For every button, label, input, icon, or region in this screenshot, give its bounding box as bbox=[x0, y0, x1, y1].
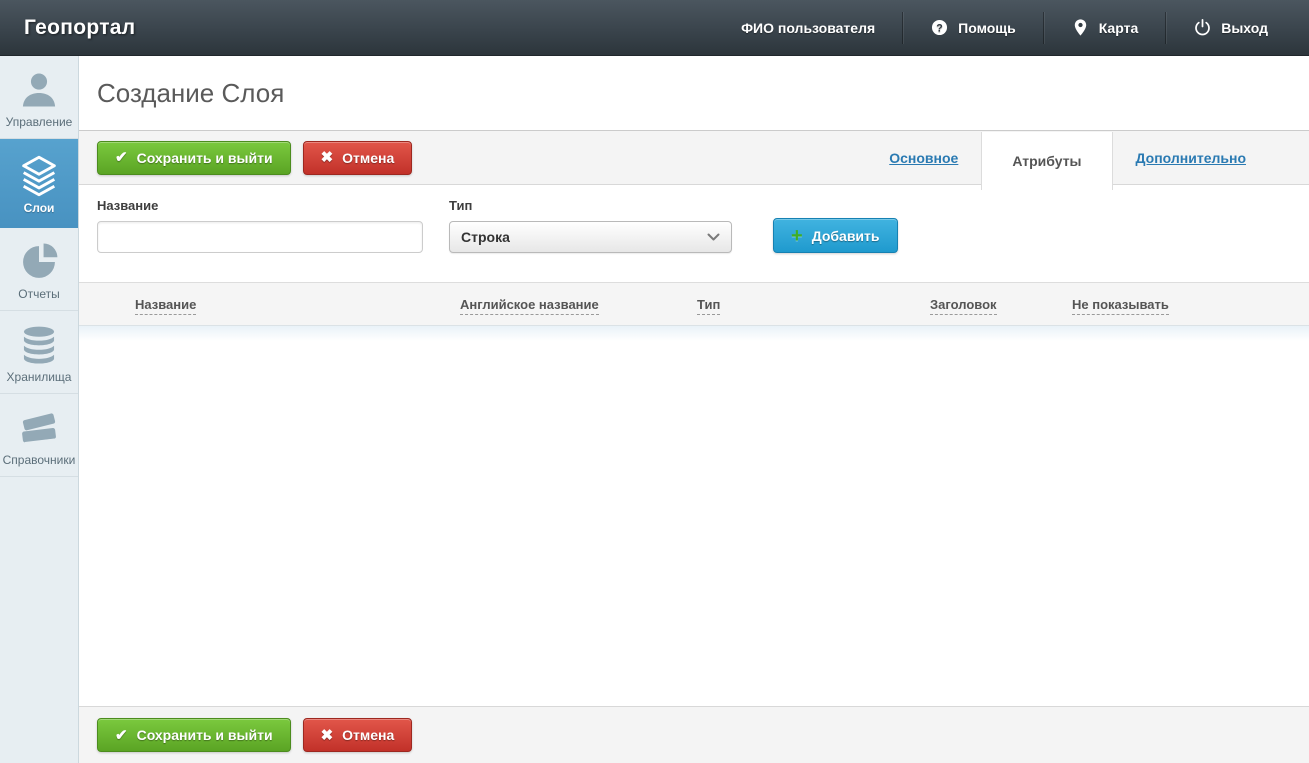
attributes-table: Название Английское название Тип Заголов… bbox=[79, 282, 1309, 341]
cancel-label: Отмена bbox=[342, 150, 394, 166]
logout-button[interactable]: Выход bbox=[1166, 18, 1295, 37]
tab-additional[interactable]: Дополнительно bbox=[1113, 150, 1269, 166]
user-name-label: ФИО пользователя bbox=[741, 20, 875, 36]
add-label: Добавить bbox=[812, 228, 880, 244]
cancel-button[interactable]: ✖ Отмена bbox=[303, 141, 413, 175]
save-exit-button-bottom[interactable]: ✔ Сохранить и выйти bbox=[97, 718, 291, 752]
sidebar-item-management[interactable]: Управление bbox=[0, 56, 78, 139]
sidebar: Управление Слои Отчеты bbox=[0, 56, 79, 763]
help-button[interactable]: ? Помощь bbox=[903, 18, 1043, 37]
type-select[interactable]: Строка bbox=[449, 221, 732, 253]
user-menu[interactable]: ФИО пользователя bbox=[714, 20, 902, 36]
sidebar-item-label: Слои bbox=[2, 201, 76, 215]
sidebar-item-label: Хранилища bbox=[2, 370, 76, 384]
save-exit-label: Сохранить и выйти bbox=[137, 150, 273, 166]
sidebar-item-label: Справочники bbox=[2, 453, 76, 467]
books-icon bbox=[2, 405, 76, 451]
logout-label: Выход bbox=[1221, 20, 1268, 36]
user-icon bbox=[2, 67, 76, 113]
sidebar-item-layers[interactable]: Слои bbox=[0, 139, 78, 228]
column-header-hide[interactable]: Не показывать bbox=[1072, 297, 1309, 312]
name-field-label: Название bbox=[97, 198, 423, 213]
main-content: Создание Слоя ✔ Сохранить и выйти ✖ Отме… bbox=[79, 56, 1309, 763]
save-exit-label: Сохранить и выйти bbox=[137, 727, 273, 743]
toolbar: ✔ Сохранить и выйти ✖ Отмена Основное Ат… bbox=[79, 130, 1309, 185]
attribute-form: Название Тип Строка + Добавить bbox=[79, 185, 1309, 253]
cancel-label: Отмена bbox=[342, 727, 394, 743]
sidebar-item-directories[interactable]: Справочники bbox=[0, 394, 78, 477]
sidebar-item-label: Управление bbox=[2, 115, 76, 129]
type-select-value: Строка bbox=[461, 229, 707, 245]
type-field-label: Тип bbox=[449, 198, 732, 213]
page-title-bar: Создание Слоя bbox=[79, 56, 1309, 130]
name-input[interactable] bbox=[97, 221, 423, 253]
sidebar-item-label: Отчеты bbox=[2, 287, 76, 301]
sidebar-item-reports[interactable]: Отчеты bbox=[0, 228, 78, 311]
power-icon bbox=[1193, 18, 1212, 37]
column-header-english-name[interactable]: Английское название bbox=[460, 297, 697, 312]
svg-text:?: ? bbox=[936, 22, 943, 34]
database-icon bbox=[2, 322, 76, 368]
map-pin-icon bbox=[1071, 18, 1090, 37]
pie-chart-icon bbox=[2, 239, 76, 285]
attributes-table-header: Название Английское название Тип Заголов… bbox=[79, 282, 1309, 326]
chevron-down-icon bbox=[707, 233, 720, 242]
header-nav: ФИО пользователя ? Помощь Карта bbox=[714, 0, 1309, 55]
x-icon: ✖ bbox=[321, 728, 334, 743]
column-header-title[interactable]: Заголовок bbox=[930, 297, 1072, 312]
bottom-action-bar: ✔ Сохранить и выйти ✖ Отмена bbox=[79, 706, 1309, 763]
plus-icon: + bbox=[791, 226, 803, 246]
column-header-type[interactable]: Тип bbox=[697, 297, 930, 312]
map-label: Карта bbox=[1099, 20, 1139, 36]
column-header-name[interactable]: Название bbox=[79, 297, 460, 312]
app-logo: Геопортал bbox=[0, 16, 135, 40]
tab-attributes[interactable]: Атрибуты bbox=[981, 132, 1112, 190]
layers-icon bbox=[2, 153, 76, 199]
tab-main[interactable]: Основное bbox=[866, 150, 981, 166]
add-attribute-button[interactable]: + Добавить bbox=[773, 218, 898, 253]
save-exit-button[interactable]: ✔ Сохранить и выйти bbox=[97, 141, 291, 175]
check-icon: ✔ bbox=[115, 728, 128, 743]
cancel-button-bottom[interactable]: ✖ Отмена bbox=[303, 718, 413, 752]
help-label: Помощь bbox=[958, 20, 1016, 36]
x-icon: ✖ bbox=[321, 150, 334, 165]
help-icon: ? bbox=[930, 18, 949, 37]
page-title: Создание Слоя bbox=[97, 78, 284, 109]
check-icon: ✔ bbox=[115, 150, 128, 165]
app-header: Геопортал ФИО пользователя ? Помощь К bbox=[0, 0, 1309, 56]
sidebar-item-storages[interactable]: Хранилища bbox=[0, 311, 78, 394]
map-button[interactable]: Карта bbox=[1044, 18, 1166, 37]
table-body-empty bbox=[79, 326, 1309, 341]
tab-bar: Основное Атрибуты Дополнительно bbox=[866, 131, 1269, 184]
